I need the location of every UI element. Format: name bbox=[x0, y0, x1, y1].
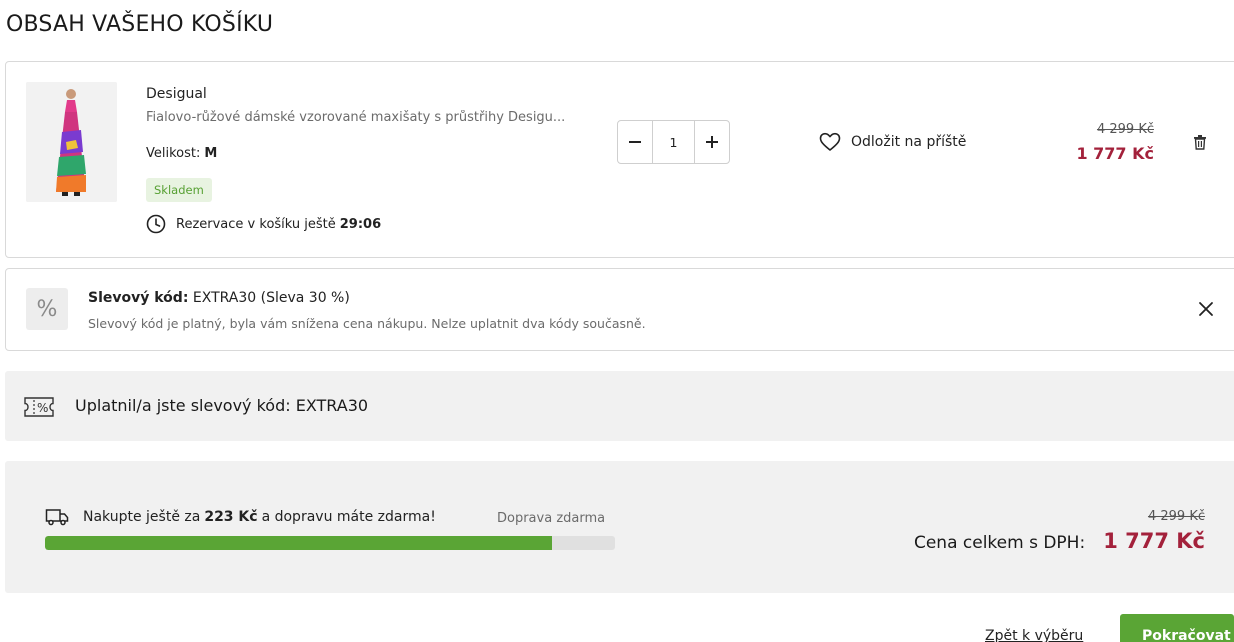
reservation-timer: Rezervace v košíku ještě 29:06 bbox=[146, 214, 381, 234]
size-value: M bbox=[204, 146, 218, 161]
coupon-code: EXTRA30 (Sleva 30 %) bbox=[192, 290, 350, 306]
quantity-stepper: 1 bbox=[617, 120, 730, 164]
item-new-price: 1 777 Kč bbox=[1076, 144, 1154, 163]
back-to-shopping-link[interactable]: Zpět k výběru bbox=[985, 628, 1083, 642]
shipping-text-before: Nakupte ještě za bbox=[83, 509, 201, 525]
shipping-progress-fill bbox=[45, 536, 553, 550]
quantity-decrease-button[interactable] bbox=[618, 121, 652, 163]
product-name[interactable]: Fialovo-růžové dámské vzorované maxišaty… bbox=[146, 110, 586, 125]
reservation-text: Rezervace v košíku ještě bbox=[176, 216, 336, 232]
remove-item-button[interactable] bbox=[1193, 134, 1207, 154]
free-shipping-label: Doprava zdarma bbox=[497, 511, 606, 526]
quantity-increase-button[interactable] bbox=[695, 121, 729, 163]
truck-icon bbox=[45, 509, 69, 526]
coupon-card: % Slevový kód: EXTRA30 (Sleva 30 %) Slev… bbox=[5, 268, 1234, 351]
close-icon bbox=[1199, 302, 1213, 316]
product-size: Velikost: M bbox=[146, 146, 217, 161]
shipping-amount: 223 Kč bbox=[204, 509, 258, 525]
applied-coupon-panel: % Uplatnil/a jste slevový kód: EXTRA30 bbox=[5, 371, 1234, 441]
shipping-text-after: a dopravu máte zdarma! bbox=[261, 509, 436, 525]
total-old-price: 4 299 Kč bbox=[1147, 509, 1205, 524]
minus-icon bbox=[629, 141, 641, 143]
save-for-later-button[interactable]: Odložit na příště bbox=[819, 132, 966, 152]
coupon-label: Slevový kód: bbox=[88, 290, 189, 306]
dress-image bbox=[26, 82, 117, 202]
total-label: Cena celkem s DPH: bbox=[913, 533, 1086, 553]
cart-item-card: Desigual Fialovo-růžové dámské vzorované… bbox=[5, 61, 1234, 258]
stock-badge: Skladem bbox=[146, 178, 212, 202]
svg-text:%: % bbox=[37, 401, 48, 415]
save-for-later-label: Odložit na příště bbox=[851, 134, 967, 150]
quantity-value[interactable]: 1 bbox=[652, 121, 695, 163]
total-row: Cena celkem s DPH: 1 777 Kč bbox=[914, 529, 1205, 553]
reservation-time: 29:06 bbox=[339, 216, 382, 232]
product-brand[interactable]: Desigual bbox=[146, 86, 207, 102]
total-price: 1 777 Kč bbox=[1103, 529, 1205, 553]
remove-coupon-button[interactable] bbox=[1198, 301, 1214, 321]
applied-coupon-text: Uplatnil/a jste slevový kód: EXTRA30 bbox=[75, 396, 369, 415]
percent-icon: % bbox=[26, 288, 68, 330]
item-old-price: 4 299 Kč bbox=[1096, 122, 1154, 137]
coupon-message: Slevový kód je platný, byla vám snížena … bbox=[88, 316, 646, 331]
continue-button[interactable]: Pokračovat bbox=[1120, 614, 1234, 642]
clock-icon bbox=[146, 214, 166, 234]
shipping-progress-bar bbox=[45, 536, 615, 550]
page-title: OBSAH VAŠEHO KOŠÍKU bbox=[6, 12, 274, 37]
free-shipping-message: Nakupte ještě za 223 Kč a dopravu máte z… bbox=[45, 508, 436, 526]
order-summary-panel: Nakupte ještě za 223 Kč a dopravu máte z… bbox=[5, 461, 1234, 593]
product-image[interactable] bbox=[26, 82, 117, 202]
trash-icon bbox=[1194, 135, 1206, 150]
size-label: Velikost: bbox=[146, 146, 201, 161]
coupon-title: Slevový kód: EXTRA30 (Sleva 30 %) bbox=[88, 290, 350, 306]
ticket-percent-icon: % bbox=[24, 397, 54, 417]
heart-icon bbox=[819, 132, 841, 151]
plus-icon bbox=[706, 136, 718, 148]
